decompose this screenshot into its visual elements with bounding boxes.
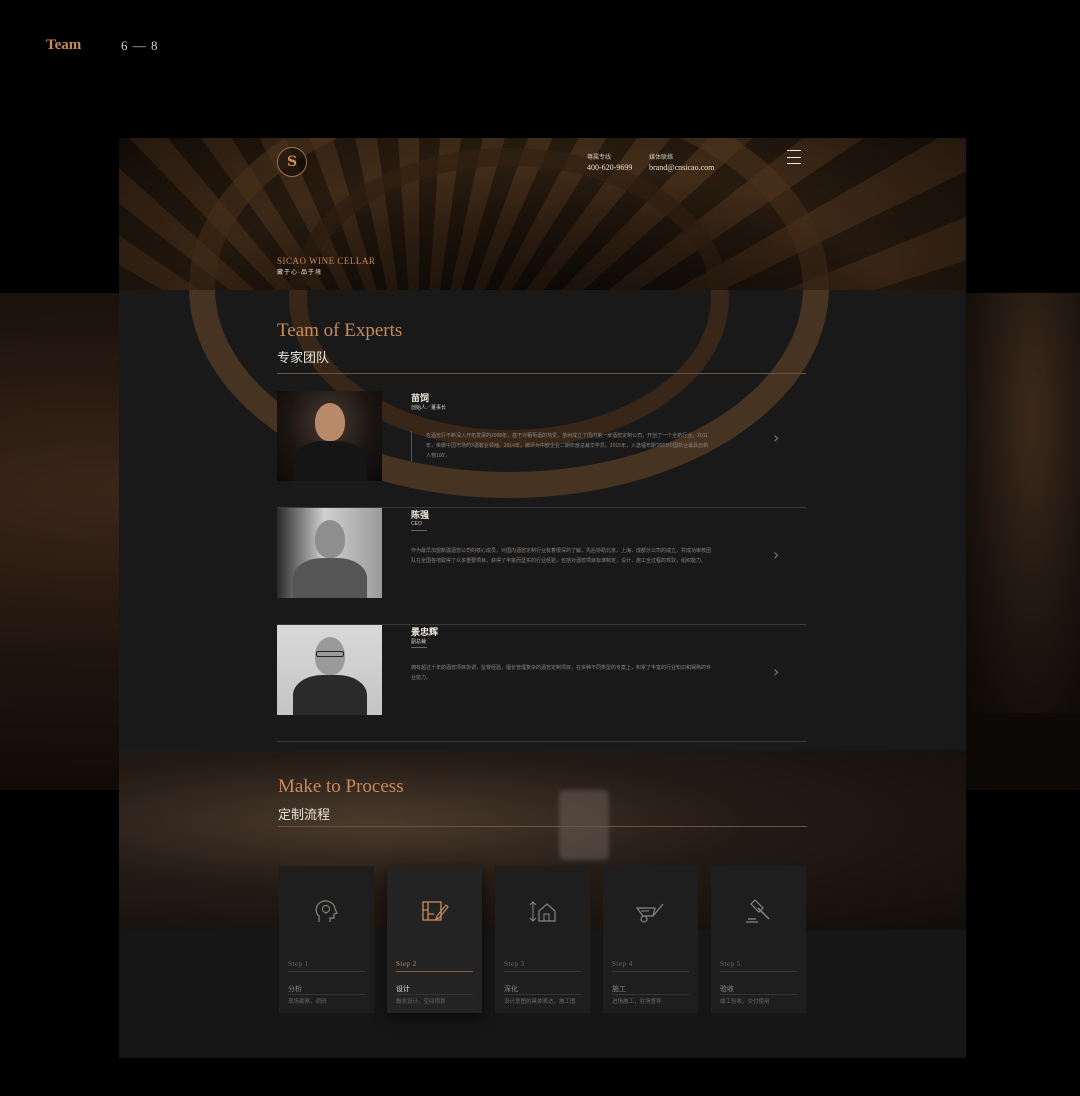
experts-rule [277,373,806,374]
house-measure-icon [529,901,556,922]
outer-title: Team [46,37,82,53]
hotline: 尊属专线 400-620-9699 [587,152,632,172]
expert-role: 创始人／董事长 [411,405,447,411]
expert-role: CEO [411,521,422,527]
page-counter: 6 — 8 [121,38,159,53]
role-underline [411,647,427,648]
step-card[interactable]: Step 2 设计 概念设计，空间规划 [387,866,482,1013]
menu-icon[interactable] [787,150,801,164]
expert-photo [277,508,382,598]
brand-name: SICAO WINE CELLAR [277,256,376,266]
experts-subtitle: 专家团队 [277,350,330,365]
process-rule [278,826,807,827]
step-card[interactable]: Step 3 深化 设计意图的具体表达，施工图 [495,866,590,1013]
design-edit-icon [422,901,449,921]
step-desc: 竣工验收，交付使用 [720,999,770,1005]
expert-card[interactable]: 陈强 CEO 作为最早加盟新疆酒窖公司的核心成员，对国内酒窖定制行业有着很深的了… [277,508,806,625]
step-card[interactable]: Step 1 分析 现场勘察，调研 [279,866,374,1013]
hero-banner: S 尊属专线 400-620-9699 媒体联络 brand@cnsicao.c… [119,138,966,498]
step-card[interactable]: Step 5 验收 竣工验收，交付使用 [711,866,806,1013]
brand-slogan: 藏于心·品于境 [277,270,322,276]
chevron-right-icon[interactable]: › [773,664,783,680]
step-label: Step 1 [288,960,309,968]
chevron-right-icon[interactable]: › [773,547,783,563]
step-card[interactable]: Step 4 施工 进场施工，驻场督导 [603,866,698,1013]
step-label: Step 4 [612,960,633,968]
email-label: 媒体联络 [649,155,674,161]
hotline-value[interactable]: 400-620-9699 [587,163,632,172]
logo[interactable]: S [277,147,307,177]
experts-title: Team of Experts [277,320,403,341]
expert-name: 苗饲 [411,393,430,403]
step-label: Step 2 [396,960,417,968]
step-desc: 设计意图的具体表达，施工图 [504,999,576,1005]
wheelbarrow-icon [635,903,664,923]
step-desc: 概念设计，空间规划 [396,999,446,1005]
process-subtitle: 定制流程 [278,807,331,822]
step-label: Step 3 [504,960,525,968]
page-card: S 尊属专线 400-620-9699 媒体联络 brand@cnsicao.c… [119,138,966,1058]
step-label: Step 5 [720,960,741,968]
step-title: 深化 [504,986,518,993]
hotline-label: 尊属专线 [587,155,612,161]
expert-name: 景忠辉 [411,627,439,637]
chevron-right-icon[interactable]: › [773,430,783,446]
step-title: 施工 [612,986,626,993]
step-desc: 现场勘察，调研 [288,999,327,1005]
email-value[interactable]: brand@cnsicao.com [649,163,714,172]
gavel-icon [746,899,770,923]
expert-card[interactable]: 苗饲 创始人／董事长 在酒窖行不断深入开拓发展的2008年，基于对葡萄酒的热爱，… [277,391,806,508]
expert-photo [277,391,382,481]
step-title: 分析 [288,986,302,993]
process-title: Make to Process [278,776,404,797]
expert-card[interactable]: 景忠辉 副总裁 拥有超过十年的酒窖项目协调，监督经验，擅长管理复杂的酒窖定制项目… [277,625,806,742]
expert-desc: 拥有超过十年的酒窖项目协调，监督经验，擅长管理复杂的酒窖定制项目，在多种不同类型… [411,665,712,681]
step-desc: 进场施工，驻场督导 [612,999,662,1005]
expert-name: 陈强 [411,510,430,520]
expert-role: 副总裁 [411,639,427,645]
head-bulb-icon [315,900,338,922]
expert-desc: 作为最早加盟新疆酒窖公司的核心成员，对国内酒窖定制行业有着很深的了解，先后协助北… [411,548,712,564]
step-title: 验收 [720,986,734,993]
expert-desc: 在酒窖行不断深入开拓发展的2008年，基于对葡萄酒的热爱，苗树成立了国内第一家酒… [411,431,711,461]
expert-photo [277,625,382,715]
role-underline [411,530,427,531]
step-title: 设计 [396,986,410,993]
media-contact: 媒体联络 brand@cnsicao.com [649,152,714,172]
